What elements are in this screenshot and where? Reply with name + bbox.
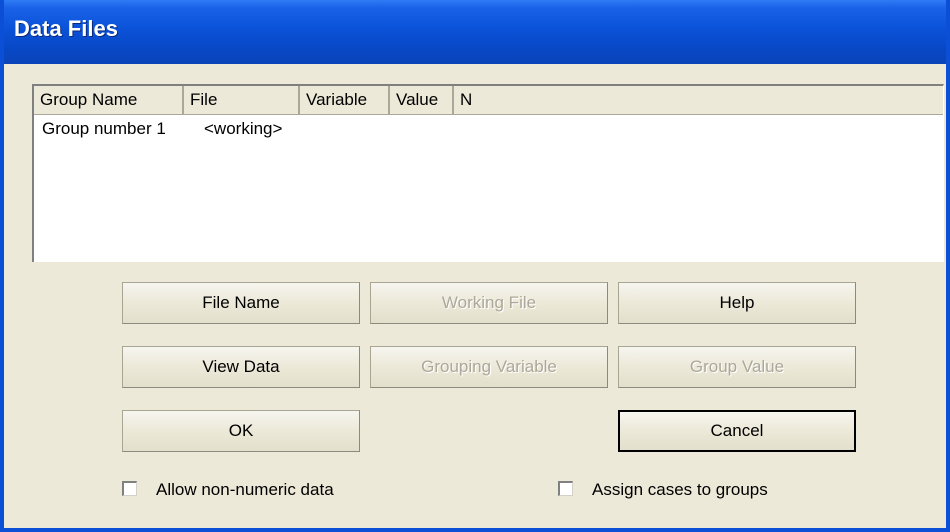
grouping-variable-button[interactable]: Grouping Variable [370, 346, 608, 388]
title-bar[interactable]: Data Files [4, 0, 946, 64]
ok-button[interactable]: OK [122, 410, 360, 452]
column-header-variable[interactable]: Variable [300, 86, 390, 114]
column-header-file[interactable]: File [184, 86, 300, 114]
checkbox-label: Assign cases to groups [592, 480, 768, 499]
view-data-button[interactable]: View Data [122, 346, 360, 388]
help-button[interactable]: Help [618, 282, 856, 324]
checkbox-box[interactable] [122, 481, 137, 496]
cancel-button[interactable]: Cancel [618, 410, 856, 452]
checkbox-label: Allow non-numeric data [156, 480, 334, 499]
list-header: Group Name File Variable Value N [34, 86, 943, 115]
group-value-button[interactable]: Group Value [618, 346, 856, 388]
file-name-button[interactable]: File Name [122, 282, 360, 324]
data-files-dialog: Data Files Group Name File Variable Valu… [0, 0, 950, 532]
column-header-n[interactable]: N [454, 86, 944, 114]
cell-group-name: Group number 1 [42, 119, 166, 138]
checkbox-box[interactable] [558, 481, 573, 496]
window-title: Data Files [14, 16, 118, 41]
groups-list[interactable]: Group Name File Variable Value N Group n… [32, 84, 944, 262]
assign-cases-checkbox[interactable]: Assign cases to groups [558, 478, 818, 502]
cell-file: <working> [204, 119, 283, 138]
list-item[interactable]: Group number 1 <working> [34, 116, 943, 142]
column-header-value[interactable]: Value [390, 86, 454, 114]
working-file-button[interactable]: Working File [370, 282, 608, 324]
allow-non-numeric-checkbox[interactable]: Allow non-numeric data [122, 478, 382, 502]
column-header-group-name[interactable]: Group Name [34, 86, 184, 114]
